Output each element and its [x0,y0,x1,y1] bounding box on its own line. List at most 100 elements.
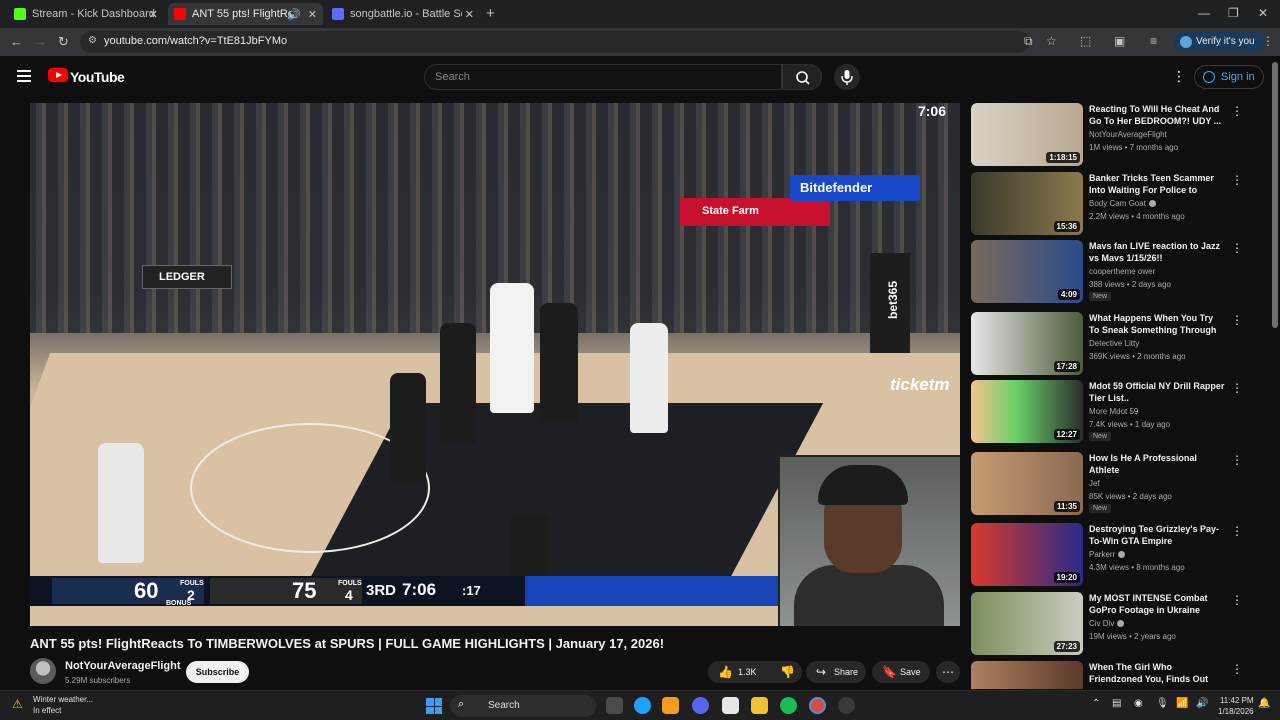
more-actions-button[interactable]: ⋯ [936,661,960,683]
store-icon[interactable] [722,697,739,714]
suggested-title[interactable]: Mavs fan LIVE reaction to Jazz vs Mavs 1… [1089,240,1225,264]
more-options-icon[interactable]: ⋮ [1231,593,1243,607]
more-options-icon[interactable]: ⋮ [1231,241,1243,255]
more-options-icon[interactable]: ⋮ [1231,381,1243,395]
video-thumbnail[interactable]: 19:20 [971,523,1083,586]
close-tab-icon[interactable]: ✕ [149,8,158,21]
windows-start-icon[interactable] [426,698,442,714]
more-options-icon[interactable]: ⋮ [1231,662,1243,676]
taskbar-clock[interactable]: 11:42 PM 1/18/2026 [1218,695,1254,717]
suggested-title[interactable]: Banker Tricks Teen Scammer Into Waiting … [1089,172,1225,196]
show-hidden-icons[interactable]: ⌃ [1092,698,1100,709]
maximize-icon[interactable]: ❐ [1228,6,1239,20]
back-icon[interactable]: ← [10,34,23,49]
tab-youtube-video[interactable]: ANT 55 pts! FlightReacts To 🔊 ✕ [168,3,323,25]
channel-avatar[interactable] [30,658,56,684]
suggested-channel[interactable]: coopertheme ower [1089,267,1155,276]
suggested-title[interactable]: Reacting To Will He Cheat And Go To Her … [1089,103,1225,127]
suggested-video[interactable]: 4:09 Mavs fan LIVE reaction to Jazz vs M… [971,240,1271,304]
url-field[interactable]: ⚙ youtube.com/watch?v=TtE81JbFYMo [80,31,1030,53]
thumbs-up-icon[interactable]: 👍 [718,661,733,683]
tab-search-icon[interactable]: ▣ [1114,34,1125,48]
like-count[interactable]: 1.3K [738,661,757,683]
taskbar-search[interactable]: ⌕ Search [450,695,596,717]
suggested-channel[interactable]: Civ Div [1089,619,1125,628]
suggested-title[interactable]: How Is He A Professional Athlete [1089,452,1225,476]
close-window-icon[interactable]: ✕ [1258,6,1268,20]
reload-icon[interactable]: ↻ [58,34,69,50]
suggested-channel[interactable]: Parkerr [1089,550,1126,559]
chrome-icon[interactable] [809,697,826,714]
tab-kick-dashboard[interactable]: Stream - Kick Dashboard ✕ [8,3,164,25]
suggested-video[interactable]: 15:36 Banker Tricks Teen Scammer Into Wa… [971,172,1271,236]
more-options-icon[interactable]: ⋮ [1231,453,1243,467]
file-explorer-icon[interactable] [751,697,768,714]
channel-name[interactable]: NotYourAverageFlight [65,660,181,672]
minimize-icon[interactable]: — [1198,6,1210,20]
suggested-video[interactable]: When The Girl Who Friendzoned You, Finds… [971,661,1271,689]
copilot-icon[interactable] [662,697,679,714]
suggested-video[interactable]: 27:23 My MOST INTENSE Combat GoPro Foota… [971,592,1271,656]
search-button[interactable] [782,64,822,90]
suggested-title[interactable]: What Happens When You Try To Sneak Somet… [1089,312,1225,336]
task-view-icon[interactable] [606,697,623,714]
suggested-channel[interactable]: More Mdot 59 [1089,407,1138,416]
edge-icon[interactable] [634,697,651,714]
video-thumbnail[interactable]: 15:36 [971,172,1083,235]
side-panel-icon[interactable]: ≡ [1150,34,1157,48]
video-thumbnail[interactable]: 12:27 [971,380,1083,443]
suggested-channel[interactable]: Detective Litty [1089,339,1139,348]
search-input[interactable]: Search [424,64,782,90]
suggested-channel[interactable]: Body Cam Goat [1089,199,1156,208]
suggested-video[interactable]: 1:18:15 Reacting To Will He Cheat And Go… [971,103,1271,167]
more-options-icon[interactable]: ⋮ [1231,173,1243,187]
extensions-icon[interactable]: ⬚ [1080,34,1091,48]
suggested-title[interactable]: Mdot 59 Official NY Drill Rapper Tier Li… [1089,380,1225,404]
forward-icon[interactable]: → [34,34,47,49]
verify-button[interactable]: Verify it's you [1174,32,1265,52]
new-tab-button[interactable]: + [486,5,495,22]
more-options-icon[interactable]: ⋮ [1231,524,1243,538]
youtube-logo-text[interactable]: YouTube [70,69,125,85]
suggested-video[interactable]: 11:35 How Is He A Professional Athlete J… [971,452,1271,516]
close-tab-icon[interactable]: ✕ [308,8,317,21]
voice-search-button[interactable] [834,64,860,90]
spotify-icon[interactable] [780,697,797,714]
hamburger-menu-icon[interactable] [17,70,31,82]
video-thumbnail[interactable]: 1:18:15 [971,103,1083,166]
more-options-icon[interactable]: ⋮ [1231,104,1243,118]
suggested-video[interactable]: 17:28 What Happens When You Try To Sneak… [971,312,1271,376]
video-thumbnail[interactable]: 11:35 [971,452,1083,515]
close-tab-icon[interactable]: ✕ [465,8,474,21]
suggested-title[interactable]: When The Girl Who Friendzoned You, Finds… [1089,661,1225,685]
site-info-icon[interactable]: ⚙ [88,35,97,46]
thumbs-down-icon[interactable]: 👎 [780,661,795,683]
tab-songbattle[interactable]: songbattle.io - Battle Songs ag ✕ [326,3,480,25]
suggested-title[interactable]: Destroying Tee Grizzley's Pay-To-Win GTA… [1089,523,1225,547]
discord-icon[interactable] [692,697,709,714]
suggested-video[interactable]: 19:20 Destroying Tee Grizzley's Pay-To-W… [971,523,1271,587]
app-icon[interactable] [838,697,855,714]
volume-icon[interactable]: 🔊 [1196,698,1208,709]
more-options-icon[interactable]: ⋮ [1231,313,1243,327]
notification-bell-icon[interactable]: 🔔 [1258,698,1270,709]
microphone-tray-icon[interactable]: 🎙 [1156,698,1169,709]
tray-app-icon[interactable]: ◉ [1134,698,1143,709]
video-thumbnail[interactable]: 17:28 [971,312,1083,375]
settings-menu-icon[interactable]: ⋮ [1172,68,1186,85]
subscribe-button[interactable]: Subscribe [186,661,249,683]
video-thumbnail[interactable]: 4:09 [971,240,1083,303]
suggested-channel[interactable]: NotYourAverageFlight [1089,130,1167,139]
save-button[interactable]: 🔖 Save [872,661,930,683]
bookmark-star-icon[interactable]: ☆ [1046,34,1057,48]
video-thumbnail[interactable] [971,661,1083,689]
video-player[interactable]: State Farm Bitdefender LEDGER bet365 tic… [30,103,960,626]
share-button[interactable]: ↪ Share [806,661,866,683]
browser-menu-icon[interactable]: ⋮ [1262,34,1274,48]
install-app-icon[interactable]: ⧉ [1024,34,1033,49]
suggested-video[interactable]: 12:27 Mdot 59 Official NY Drill Rapper T… [971,380,1271,444]
page-scrollbar[interactable] [1272,62,1278,328]
wifi-icon[interactable]: 📶 [1176,698,1188,709]
suggested-title[interactable]: My MOST INTENSE Combat GoPro Footage in … [1089,592,1225,616]
suggested-channel[interactable]: Jef [1089,479,1100,488]
